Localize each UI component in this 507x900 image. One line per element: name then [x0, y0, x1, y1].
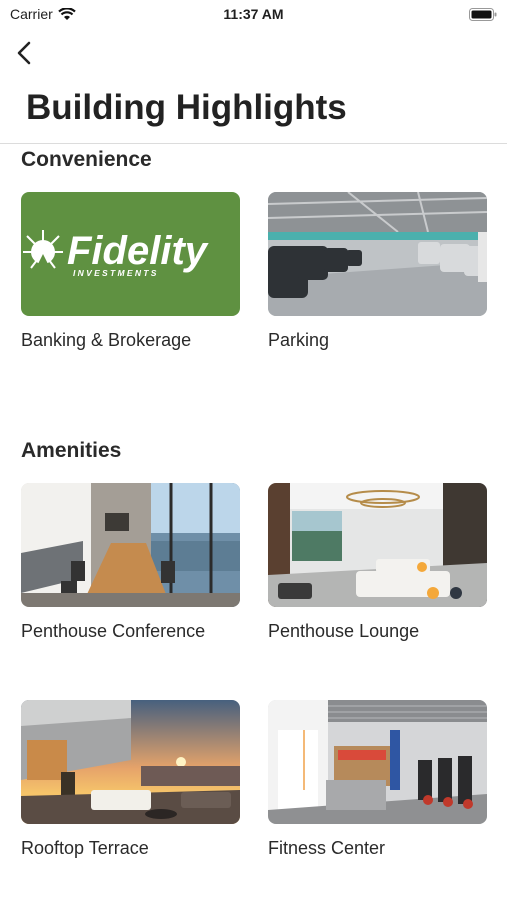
tile-label: Rooftop Terrace	[21, 838, 149, 858]
page-title: Building Highlights	[26, 88, 347, 127]
section-title-amenities: Amenities	[21, 439, 122, 462]
tile-label: Penthouse Conference	[21, 621, 206, 641]
tile-label: Banking & Brokerage	[21, 330, 192, 350]
tile-label: Penthouse Lounge	[268, 621, 420, 641]
fitness-center-photo	[268, 700, 487, 824]
fidelity-logo-image: Fidelity INVESTMENTS	[21, 192, 240, 316]
tile-fitness-center[interactable]: Fitness Center	[268, 700, 487, 859]
section-title-convenience: Convenience	[21, 148, 152, 171]
battery-icon	[469, 8, 497, 21]
tile-rooftop-terrace[interactable]: Rooftop Terrace	[21, 700, 240, 859]
svg-text:Fidelity: Fidelity	[67, 229, 209, 273]
svg-text:INVESTMENTS: INVESTMENTS	[73, 268, 159, 278]
parking-photo	[268, 192, 487, 316]
clock: 11:37 AM	[223, 6, 284, 22]
tile-penthouse-conference[interactable]: Penthouse Conference	[21, 483, 240, 642]
rooftop-terrace-photo	[21, 700, 240, 824]
tile-penthouse-lounge[interactable]: Penthouse Lounge	[268, 483, 487, 642]
tile-banking-brokerage[interactable]: Fidelity INVESTMENTS Banking & Brokerage	[21, 192, 240, 351]
header-divider	[0, 143, 507, 144]
tile-label: Parking	[268, 330, 330, 350]
conference-room-photo	[21, 483, 240, 607]
tile-label: Fitness Center	[268, 838, 386, 858]
fidelity-pyramid-icon	[23, 230, 63, 270]
back-button[interactable]	[14, 40, 36, 66]
status-bar: Carrier 11:37 AM	[0, 0, 507, 28]
lounge-photo	[268, 483, 487, 607]
tile-parking[interactable]: Parking	[268, 192, 487, 351]
